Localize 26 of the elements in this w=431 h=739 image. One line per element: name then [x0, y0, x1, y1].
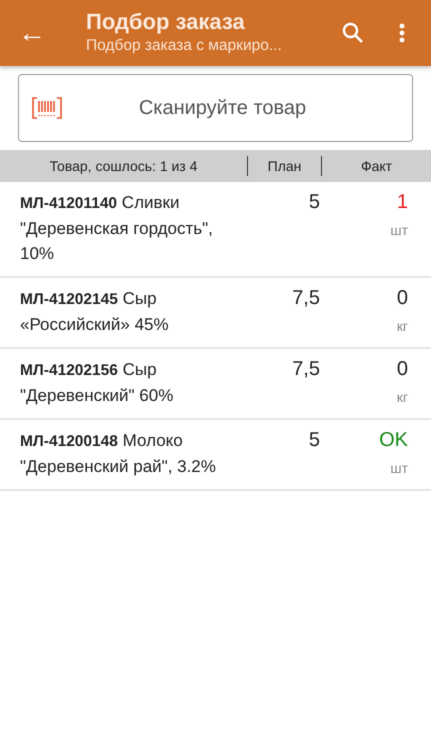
- product-name: МЛ-41200148 Молоко "Деревенский рай", 3.2%: [19, 430, 217, 478]
- product-name: МЛ-41202156 Сыр "Деревенский" 60%: [19, 359, 174, 407]
- plan-quantity: 5: [308, 190, 320, 215]
- fact-quantity: 0: [396, 357, 408, 381]
- plan-quantity: 7,5: [291, 286, 320, 311]
- unit-label: кг: [396, 388, 408, 407]
- more-icon: [399, 23, 405, 43]
- back-button[interactable]: ←: [12, 13, 52, 53]
- column-header: План: [268, 158, 302, 174]
- unit-label: шт: [390, 221, 408, 240]
- scan-field[interactable]: Сканируйте товар: [18, 74, 413, 142]
- fact-quantity: 1: [396, 190, 408, 214]
- column-header: Товар, сошлось: 1 из 4: [50, 158, 198, 174]
- product-name: МЛ-41201140 Сливки "Деревенская гордость", 10%: [19, 192, 214, 265]
- unit-label: кг: [396, 317, 408, 336]
- screen-subtitle: Подбор заказа с маркиро...: [86, 37, 283, 56]
- search-icon: [341, 21, 365, 45]
- fact-quantity: 0: [396, 286, 408, 310]
- screen-title: Подбор заказа: [86, 10, 246, 34]
- barcode-icon: [32, 97, 62, 119]
- unit-label: шт: [390, 459, 408, 478]
- product-name: МЛ-41202145 Сыр «Российский» 45%: [19, 288, 170, 336]
- plan-quantity: 5: [308, 428, 320, 453]
- plan-quantity: 7,5: [291, 357, 320, 382]
- fact-quantity: OK: [379, 428, 408, 452]
- column-header: Факт: [360, 158, 392, 174]
